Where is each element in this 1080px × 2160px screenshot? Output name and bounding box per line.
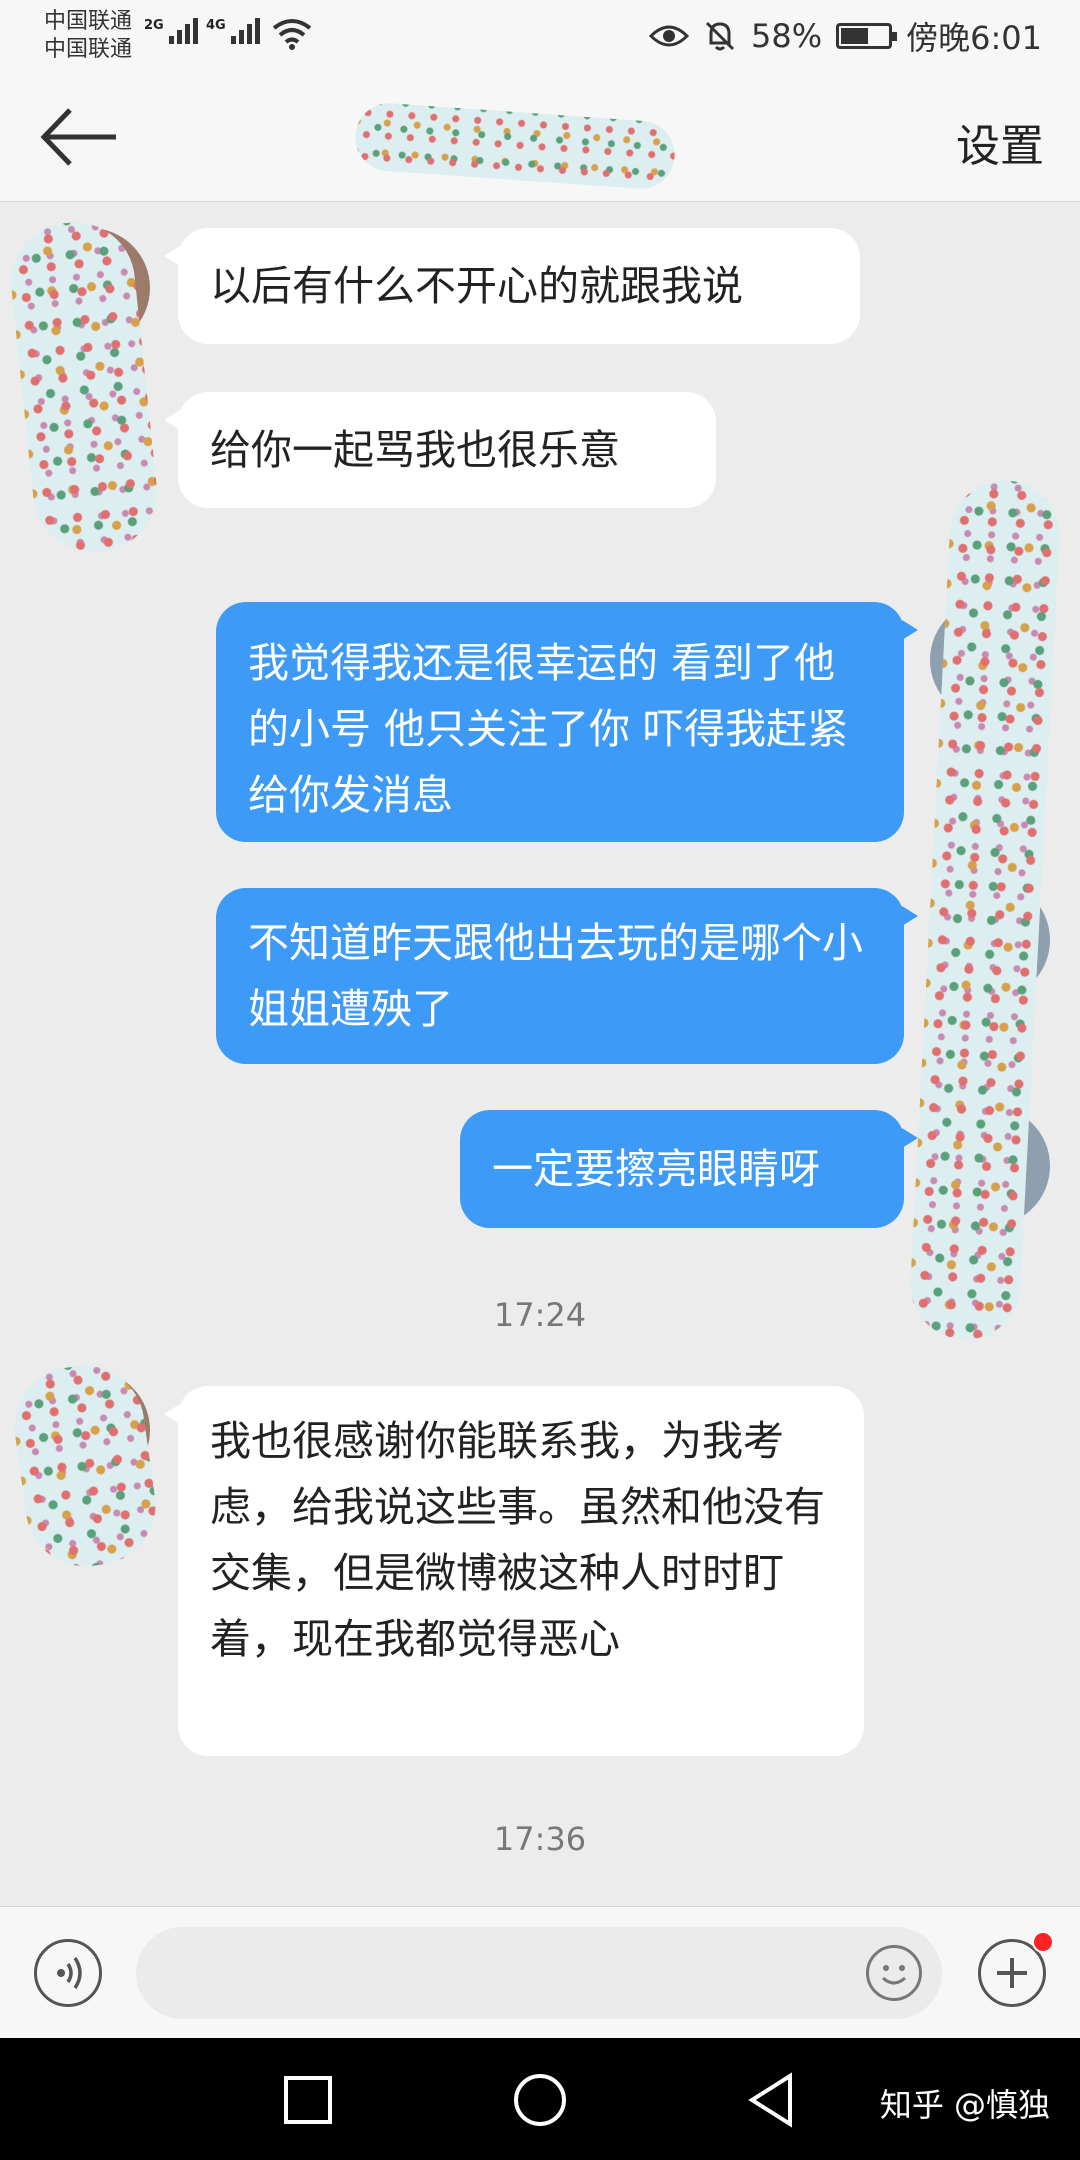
message-text: 给你一起骂我也很乐意 [210,426,620,474]
home-button[interactable] [508,2068,572,2132]
emoji-icon [881,1965,907,1985]
signal-4g-icon: 4G [206,18,260,44]
message-bubble-incoming[interactable]: 给你一起骂我也很乐意 [164,392,716,508]
emoji-button[interactable] [866,1945,922,2001]
message-text: 以后有什么不开心的就跟我说 [210,262,743,310]
input-bar [0,1906,1080,2038]
battery-fill [841,28,868,44]
carrier-1: 中国联通 [44,9,133,34]
voice-button[interactable] [34,1939,102,2007]
signal-2g-icon: 2G [144,18,198,44]
timestamp: 17:36 [493,1820,587,1858]
message-bubble-outgoing[interactable]: 不知道昨天跟他出去玩的是哪个小姐姐遭殃了 [216,888,918,1064]
message-text: 我觉得我还是很幸运的 看到了他的小号 他只关注了你 吓得我赶紧给你发消息 [248,639,849,819]
status-bar: 中国联通 中国联通 2G 4G 58% 傍晚6:01 [0,0,1080,72]
watermark: 知乎 @慎独 [879,2086,1050,2124]
battery-icon [836,23,898,49]
message-bubble-incoming[interactable]: 我也很感谢你能联系我，为我考虑，给我说这些事。虽然和他没有交集，但是微博被这种人… [164,1386,864,1756]
carrier-2: 中国联通 [44,37,133,62]
notification-dot [1032,1931,1054,1953]
status-right: 58% 傍晚6:01 [649,14,1042,58]
message-text: 我也很感谢你能联系我，为我考虑，给我说这些事。虽然和他没有交集，但是微博被这种人… [210,1417,825,1663]
settings-button[interactable]: 设置 [956,110,1044,174]
title-bar: ... 设置 [0,72,1080,202]
back-nav-button[interactable] [740,2068,804,2132]
redacted-avatar-overlay [6,1357,164,1575]
message-text: 不知道昨天跟他出去玩的是哪个小姐姐遭殃了 [248,919,863,1033]
wifi-icon [272,19,312,50]
message-bubble-incoming[interactable]: 以后有什么不开心的就跟我说 [164,228,860,344]
triangle-back-icon [748,2072,792,2128]
bell-off-icon [705,21,735,51]
back-button[interactable] [36,102,126,172]
carrier-labels: 中国联通 中国联通 [44,8,132,64]
battery-percent: 58% [751,17,823,55]
circle-icon [514,2074,566,2126]
arrow-left-icon [40,108,116,166]
status-time: 傍晚6:01 [906,19,1042,57]
eye-icon [649,25,689,47]
recent-apps-button[interactable] [276,2068,340,2132]
square-icon [284,2076,332,2124]
plus-icon [997,1958,1027,1988]
message-bubble-outgoing[interactable]: 我觉得我还是很幸运的 看到了他的小号 他只关注了你 吓得我赶紧给你发消息 [216,602,918,842]
navigation-bar: 知乎 @慎独 [0,2038,1080,2160]
message-input[interactable] [136,1927,942,2019]
timestamp: 17:24 [493,1296,587,1334]
redacted-avatar-overlay [907,477,1063,1343]
voice-icon [57,1957,82,1989]
message-text: 一定要擦亮眼睛呀 [492,1145,820,1193]
message-bubble-outgoing[interactable]: 一定要擦亮眼睛呀 [460,1110,918,1228]
